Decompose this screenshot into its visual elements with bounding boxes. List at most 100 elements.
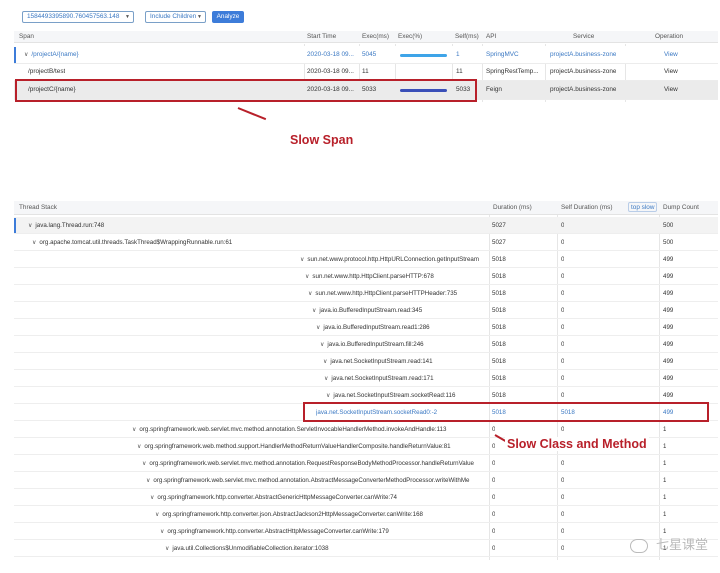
chevron-down-icon: ∨	[28, 223, 33, 229]
dump-count-cell: 499	[663, 375, 674, 382]
frame-label: org.springframework.http.converter.Abstr…	[167, 528, 389, 535]
self-duration-cell: 0	[561, 222, 565, 229]
row-accent	[14, 218, 16, 233]
header-thread-stack: Thread Stack	[19, 204, 58, 211]
chevron-down-icon: ∨	[146, 478, 151, 484]
header-service: Service	[573, 33, 595, 40]
chevron-down-icon: ∨	[326, 393, 331, 399]
duration-cell: 0	[492, 477, 496, 484]
thread-stack-frame[interactable]: ∨ sun.net.www.protocol.http.HttpURLConnec…	[300, 251, 488, 269]
self-duration-cell: 0	[561, 494, 565, 501]
view-link[interactable]: View	[664, 49, 678, 61]
api-cell: SpringRestTemp...	[486, 68, 539, 75]
top-slow-button[interactable]: top slow	[628, 202, 658, 212]
frame-label: org.springframework.web.method.support.H…	[144, 443, 451, 450]
thread-stack-frame[interactable]: ∨ java.util.Collections$UnmodifiableColle…	[165, 540, 488, 558]
duration-cell: 0	[492, 460, 496, 467]
span-name-cell[interactable]: /projectB/test	[28, 66, 65, 78]
duration-cell: 5027	[492, 239, 506, 246]
duration-cell: 0	[492, 443, 496, 450]
duration-cell: 5018	[492, 341, 506, 348]
thread-stack-frame[interactable]: ∨ org.springframework.web.servlet.mvc.met…	[146, 472, 488, 490]
include-children-value: Include Children	[150, 13, 197, 20]
thread-stack-frame[interactable]: ∨ org.springframework.http.converter.Abst…	[160, 523, 488, 541]
duration-cell: 5018	[492, 324, 506, 331]
thread-stack-frame[interactable]: ∨ org.springframework.http.converter.json…	[155, 506, 488, 524]
exec-ms-cell: 11	[362, 68, 369, 75]
self-duration-cell: 0	[561, 511, 565, 518]
header-exec-ms: Exec(ms)	[362, 33, 389, 40]
chevron-down-icon: ∨	[32, 240, 37, 246]
wechat-icon	[630, 538, 649, 553]
thread-stack-frame[interactable]: ∨ sun.net.www.http.HttpClient.parseHTTPHe…	[308, 285, 488, 303]
self-ms-cell: 11	[456, 68, 463, 75]
frame-label: java.io.BufferedInputStream.read1:286	[323, 324, 430, 331]
frame-label: org.springframework.http.converter.Abstr…	[157, 494, 397, 501]
chevron-down-icon: ▼	[197, 14, 202, 20]
chevron-down-icon: ∨	[308, 291, 313, 297]
duration-cell: 5018	[492, 290, 506, 297]
thread-stack-frame[interactable]: ∨ org.springframework.web.servlet.mvc.met…	[132, 421, 488, 439]
header-self-ms: Self(ms)	[455, 33, 479, 40]
span-name-cell[interactable]: ∨/projectA/{name}	[24, 49, 79, 61]
trace-id-select[interactable]: 1584493395890.760457563.148 ▼	[22, 11, 134, 23]
self-duration-cell: 0	[561, 307, 565, 314]
dump-count-cell: 499	[663, 290, 674, 297]
duration-cell: 5018	[492, 307, 506, 314]
dump-count-cell: 1	[663, 477, 667, 484]
header-dump-count: Dump Count	[663, 204, 699, 211]
thread-stack-frame[interactable]: ∨ java.io.BufferedInputStream.read1:286	[316, 319, 488, 337]
frame-label: org.apache.tomcat.util.threads.TaskThrea…	[39, 239, 233, 246]
slow-method-label: Slow Class and Method	[505, 437, 649, 451]
thread-stack-frame[interactable]: ∨ java.net.SocketInputStream.read:141	[323, 353, 488, 371]
header-self-duration: Self Duration (ms)	[561, 204, 613, 211]
thread-stack-frame[interactable]: ∨ sun.net.www.http.HttpClient.parseHTTP:6…	[305, 268, 488, 286]
thread-stack-frame[interactable]: ∨ org.apache.tomcat.util.threads.TaskThre…	[32, 234, 488, 252]
analyze-button[interactable]: Analyze	[212, 11, 244, 23]
chevron-down-icon: ∨	[300, 257, 305, 263]
self-duration-cell: 0	[561, 545, 565, 552]
duration-cell: 0	[492, 494, 496, 501]
thread-stack-frame[interactable]: ∨ java.net.SocketInputStream.read:171	[324, 370, 488, 388]
watermark: 七星课堂	[630, 534, 708, 553]
self-duration-cell: 0	[561, 273, 565, 280]
frame-label: java.net.SocketInputStream.read:171	[331, 375, 434, 382]
header-duration: Duration (ms)	[493, 204, 532, 211]
dump-count-cell: 499	[663, 256, 674, 263]
self-duration-cell: 0	[561, 290, 565, 297]
dump-count-cell: 499	[663, 358, 674, 365]
self-duration-cell: 0	[561, 358, 565, 365]
dump-count-cell: 1	[663, 443, 667, 450]
toolbar: 1584493395890.760457563.148 ▼ Include Ch…	[0, 8, 720, 28]
thread-stack-frame[interactable]: ∨ java.lang.Thread.run:748	[28, 217, 488, 235]
chevron-down-icon: ∨	[132, 427, 137, 433]
thread-stack-frame[interactable]: ∨ org.springframework.web.servlet.mvc.met…	[142, 455, 488, 473]
frame-label: java.net.SocketInputStream.read:141	[330, 358, 433, 365]
view-link[interactable]: View	[664, 66, 678, 78]
chevron-down-icon: ∨	[320, 342, 325, 348]
self-duration-cell: 0	[561, 375, 565, 382]
thread-stack-frame[interactable]: ∨ org.springframework.http.converter.Abst…	[150, 489, 488, 507]
slow-span-label: Slow Span	[290, 133, 354, 147]
self-duration-cell: 0	[561, 477, 565, 484]
dump-count-cell: 1	[663, 426, 667, 433]
dump-count-cell: 499	[663, 324, 674, 331]
trace-id-value: 1584493395890.760457563.148	[27, 13, 120, 20]
start-time-cell: 2020-03-18 09...	[307, 51, 354, 58]
view-link[interactable]: View	[664, 84, 678, 96]
dump-count-cell: 499	[663, 307, 674, 314]
duration-cell: 5027	[492, 222, 506, 229]
include-children-select[interactable]: Include Children ▼	[145, 11, 206, 23]
exec-ms-cell: 5045	[362, 51, 377, 58]
duration-cell: 5018	[492, 256, 506, 263]
frame-label: java.io.BufferedInputStream.read:345	[319, 307, 423, 314]
header-exec-pct: Exec(%)	[398, 33, 423, 40]
dump-count-cell: 1	[663, 460, 667, 467]
start-time-cell: 2020-03-18 09...	[307, 68, 354, 75]
frame-label: org.springframework.web.servlet.mvc.meth…	[153, 477, 470, 484]
thread-stack-frame[interactable]: ∨ org.springframework.web.method.support.…	[137, 438, 488, 456]
dump-count-cell: 500	[663, 239, 674, 246]
self-duration-cell: 0	[561, 460, 565, 467]
thread-stack-frame[interactable]: ∨ java.io.BufferedInputStream.read:345	[312, 302, 488, 320]
thread-stack-frame[interactable]: ∨ java.io.BufferedInputStream.fill:246	[320, 336, 488, 354]
